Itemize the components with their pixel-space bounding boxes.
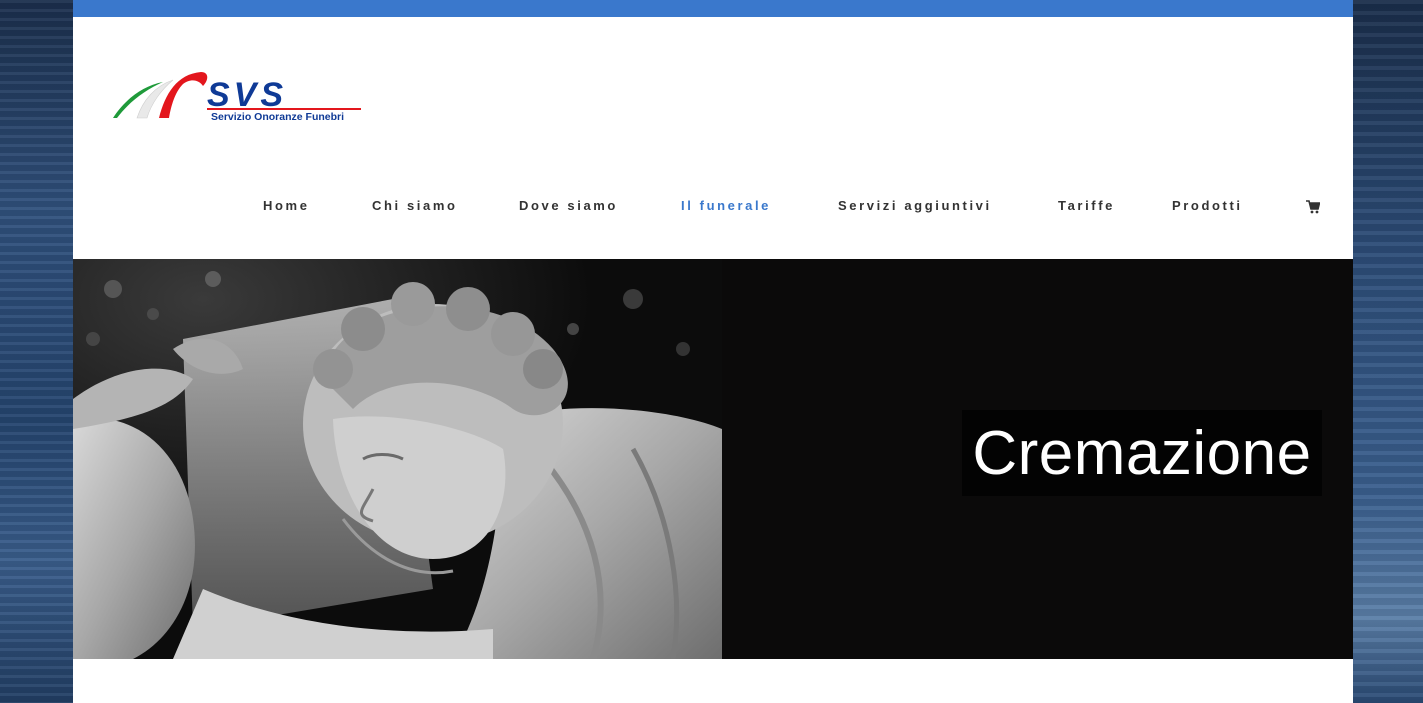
background-left-cityscape	[0, 0, 73, 703]
hero-banner: Cremazione	[73, 259, 1353, 659]
content-area	[73, 659, 1353, 703]
nav-item-dove-siamo[interactable]: Dove siamo	[519, 198, 618, 213]
nav-item-chi-siamo[interactable]: Chi siamo	[372, 198, 458, 213]
shopping-cart-icon[interactable]	[1306, 200, 1321, 214]
site-logo[interactable]: SVS Servizio Onoranze Funebri	[111, 66, 365, 126]
marble-statue-photo	[73, 259, 722, 659]
main-navigation: Home Chi siamo Dove siamo Il funerale Se…	[73, 192, 1353, 222]
nav-item-prodotti[interactable]: Prodotti	[1172, 198, 1243, 213]
background-right-cityscape	[1353, 0, 1423, 703]
hero-title-box: Cremazione	[962, 410, 1322, 496]
nav-item-servizi-aggiuntivi[interactable]: Servizi aggiuntivi	[838, 198, 992, 213]
logo-tagline: Servizio Onoranze Funebri	[211, 111, 344, 123]
page-container: SVS Servizio Onoranze Funebri Home Chi s…	[73, 0, 1353, 703]
top-bar	[73, 0, 1353, 17]
nav-item-tariffe[interactable]: Tariffe	[1058, 198, 1115, 213]
nav-item-home[interactable]: Home	[263, 198, 310, 213]
hero-title: Cremazione	[972, 418, 1312, 488]
nav-item-il-funerale[interactable]: Il funerale	[681, 198, 771, 213]
